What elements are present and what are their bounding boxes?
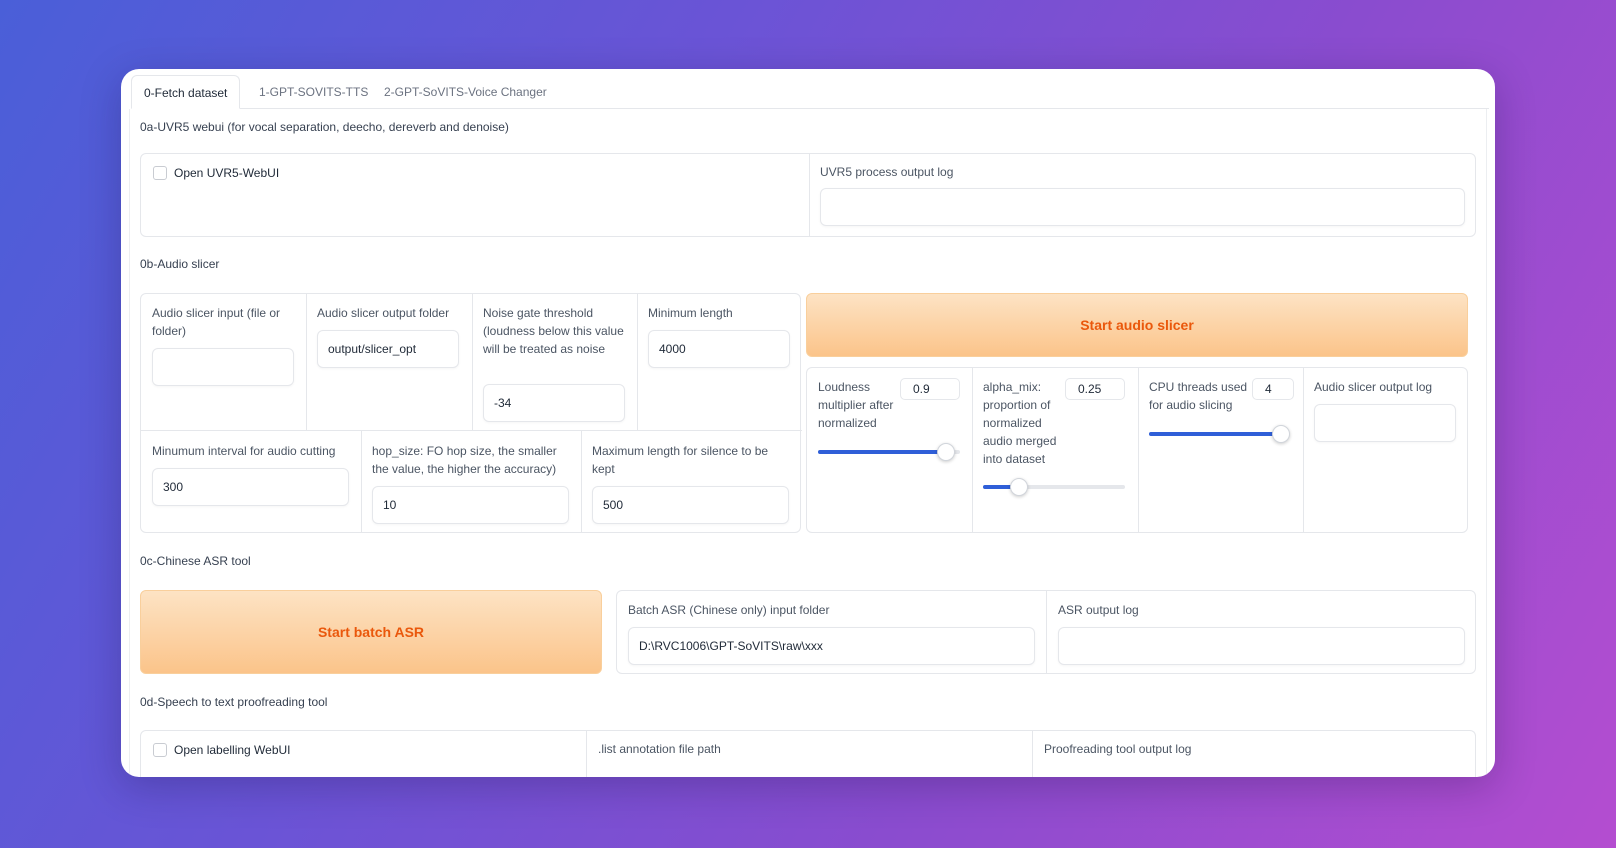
alpha-mix-slider-thumb[interactable] — [1010, 478, 1028, 496]
divider — [1046, 591, 1047, 673]
threshold-field[interactable]: -34 — [483, 384, 625, 422]
loudness-slider-fill — [818, 450, 946, 454]
min-interval-label: Minumum interval for audio cutting — [152, 444, 336, 458]
slicer-input-label: Audio slicer input (file or folder) — [152, 306, 281, 338]
uvr5-log-output[interactable] — [820, 188, 1465, 226]
uvr5-log-label: UVR5 process output log — [820, 165, 954, 179]
cpu-threads-slider[interactable] — [1149, 425, 1290, 443]
asr-panel: Batch ASR (Chinese only) input folder D:… — [616, 590, 1476, 674]
cpu-threads-slider-fill — [1149, 432, 1281, 436]
section-title-asr: 0c-Chinese ASR tool — [140, 554, 251, 568]
divider — [1138, 368, 1139, 532]
divider — [637, 294, 638, 430]
uvr5-divider — [809, 154, 810, 236]
section-title-proofreading: 0d-Speech to text proofreading tool — [140, 695, 328, 709]
hop-size-field[interactable]: 10 — [372, 486, 569, 524]
threshold-label: Noise gate threshold (loudness below thi… — [483, 306, 624, 356]
slicer-output-folder-label: Audio slicer output folder — [317, 306, 450, 320]
cpu-threads-slider-thumb[interactable] — [1272, 425, 1290, 443]
asr-input-label: Batch ASR (Chinese only) input folder — [628, 603, 830, 617]
open-labelling-label: Open labelling WebUI — [174, 743, 291, 757]
max-silence-field[interactable]: 500 — [592, 486, 789, 524]
open-uvr5-checkbox[interactable] — [153, 166, 167, 180]
loudness-label: Loudness multiplier after normalized — [818, 380, 894, 430]
hop-size-label: hop_size: FO hop size, the smaller the v… — [372, 444, 557, 476]
uvr5-panel: Open UVR5-WebUI UVR5 process output log — [140, 153, 1476, 237]
list-path-label: .list annotation file path — [598, 742, 721, 756]
slicer-log-label: Audio slicer output log — [1314, 380, 1433, 394]
open-labelling-checkbox[interactable] — [153, 743, 167, 757]
tab-gpt-sovits-tts[interactable]: 1-GPT-SOVITS-TTS — [247, 75, 380, 109]
min-length-field[interactable]: 4000 — [648, 330, 790, 368]
tab-fetch-dataset[interactable]: 0-Fetch dataset — [131, 75, 241, 109]
start-batch-asr-button[interactable]: Start batch ASR — [140, 590, 602, 674]
tab-bar: 0-Fetch dataset 1-GPT-SOVITS-TTS 2-GPT-S… — [131, 75, 1489, 109]
alpha-mix-label: alpha_mix: proportion of normalized audi… — [983, 380, 1057, 466]
slicer-params-panel: Audio slicer input (file or folder) Audi… — [140, 293, 802, 533]
slicer-options-panel: Loudness multiplier after normalized 0.9… — [806, 367, 1468, 533]
open-uvr5-label: Open UVR5-WebUI — [174, 166, 280, 180]
cpu-threads-label: CPU threads used for audio slicing — [1149, 380, 1248, 412]
divider — [586, 731, 587, 777]
asr-input-field[interactable]: D:\RVC1006\GPT-SoVITS\raw\xxx — [628, 627, 1035, 665]
divider — [1032, 731, 1033, 777]
tab-panel-fetch-dataset: 0a-UVR5 webui (for vocal separation, dee… — [129, 109, 1487, 777]
divider — [361, 430, 362, 532]
loudness-slider-thumb[interactable] — [937, 443, 955, 461]
section-title-slicer: 0b-Audio slicer — [140, 257, 220, 271]
alpha-mix-number-input[interactable]: 0.25 — [1065, 378, 1125, 400]
proofreading-log-label: Proofreading tool output log — [1044, 742, 1192, 756]
start-audio-slicer-button[interactable]: Start audio slicer — [806, 293, 1468, 357]
loudness-slider[interactable] — [818, 443, 960, 461]
cpu-threads-number-input[interactable]: 4 — [1252, 378, 1294, 400]
loudness-number-input[interactable]: 0.9 — [900, 378, 960, 400]
divider — [306, 294, 307, 430]
min-length-label: Minimum length — [648, 306, 733, 320]
divider — [581, 430, 582, 532]
slicer-output-folder-field[interactable]: output/slicer_opt — [317, 330, 459, 368]
min-interval-field[interactable]: 300 — [152, 468, 349, 506]
section-title-uvr5: 0a-UVR5 webui (for vocal separation, dee… — [140, 120, 509, 134]
slicer-log-output[interactable] — [1314, 404, 1456, 442]
proofreading-panel: Open labelling WebUI .list annotation fi… — [140, 730, 1476, 777]
asr-log-output[interactable] — [1058, 627, 1465, 665]
asr-log-label: ASR output log — [1058, 603, 1139, 617]
max-silence-label: Maximum length for silence to be kept — [592, 444, 769, 476]
tab-voice-changer[interactable]: 2-GPT-SoVITS-Voice Changer — [372, 75, 559, 109]
divider — [1303, 368, 1304, 532]
slicer-input-field[interactable] — [152, 348, 294, 386]
divider — [141, 430, 802, 431]
divider — [472, 294, 473, 430]
alpha-mix-slider[interactable] — [983, 478, 1125, 496]
divider — [972, 368, 973, 532]
app-window: 0-Fetch dataset 1-GPT-SOVITS-TTS 2-GPT-S… — [121, 69, 1495, 777]
